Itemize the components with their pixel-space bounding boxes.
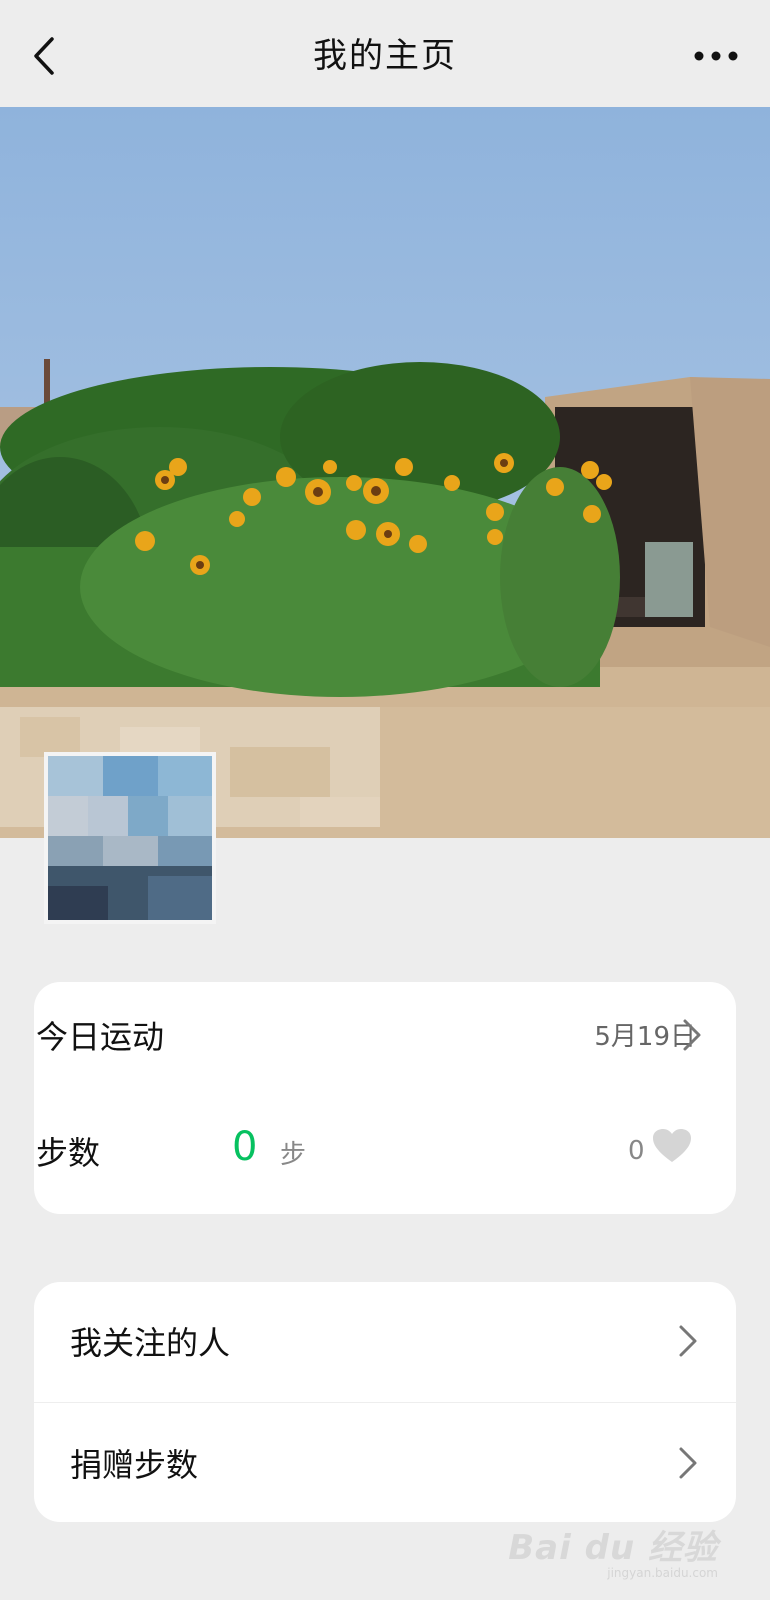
steps-unit: 步 <box>280 1140 307 1170</box>
avatar[interactable] <box>44 752 216 924</box>
cover-photo[interactable] <box>0 107 770 838</box>
watermark: Bai du 经验 <box>508 1528 718 1568</box>
heart-icon[interactable] <box>652 1128 692 1164</box>
sport-card-title: 今日运动 <box>36 1018 165 1056</box>
more-dots-icon <box>694 51 738 61</box>
steps-value: 0 <box>232 1124 258 1170</box>
avatar-image <box>48 756 212 920</box>
chevron-right-icon[interactable] <box>680 1018 704 1052</box>
watermark-url: jingyan.baidu.com <box>607 1566 718 1580</box>
cover-image <box>0 107 770 838</box>
navbar: 我的主页 <box>0 0 770 107</box>
menu-item-donate-steps[interactable]: 捐赠步数 <box>34 1404 736 1522</box>
chevron-right-icon <box>679 1447 697 1479</box>
menu-item-label: 捐赠步数 <box>70 1446 199 1484</box>
more-button[interactable] <box>686 36 746 76</box>
chevron-right-icon <box>679 1325 697 1357</box>
likes-count: 0 <box>628 1136 645 1166</box>
menu-item-label: 我关注的人 <box>70 1324 231 1362</box>
page-title: 我的主页 <box>313 36 457 76</box>
menu-divider <box>34 1402 736 1403</box>
menu-item-following[interactable]: 我关注的人 <box>34 1282 736 1400</box>
steps-label: 步数 <box>36 1134 101 1172</box>
